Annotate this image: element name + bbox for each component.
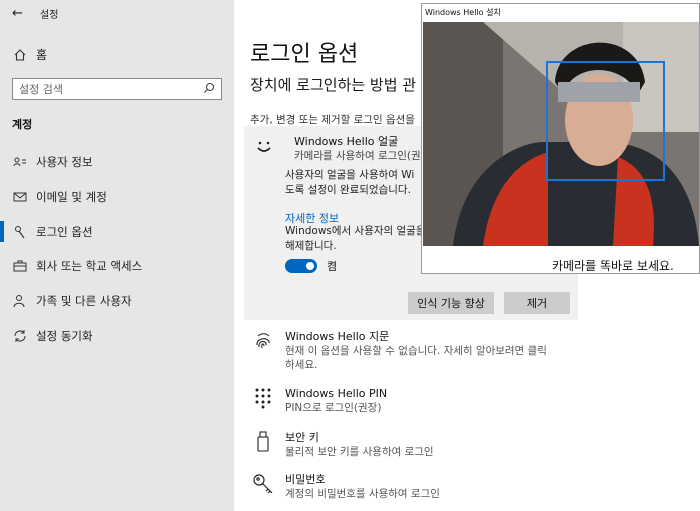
face-option-header: Windows Hello 얼굴 카메라를 사용하여 로그인(권장 xyxy=(254,134,430,164)
window-title: 설정 xyxy=(40,9,59,21)
search-placeholder: 설정 검색 xyxy=(19,83,63,96)
sidebar-item-user-info[interactable]: 사용자 정보 xyxy=(0,145,234,180)
sidebar-item-sync[interactable]: 설정 동기화 xyxy=(0,318,234,353)
back-arrow-icon[interactable]: ← xyxy=(12,6,32,21)
sidebar-nav: 사용자 정보 이메일 및 계정 로그인 옵션 회사 또는 학교 액세스 가족 및… xyxy=(0,145,234,353)
windows-hello-setup-window[interactable]: Windows Hello 설치 카메라를 똑바로 보세요. xyxy=(421,3,700,274)
sidebar-item-label: 가족 및 다른 사용자 xyxy=(36,294,132,309)
person-add-icon xyxy=(12,294,28,308)
sidebar-item-label: 설정 동기화 xyxy=(36,328,93,343)
page-title: 로그인 옵션 xyxy=(250,42,359,67)
camera-instruction: 카메라를 똑바로 보세요. xyxy=(552,259,674,273)
sidebar-item-family[interactable]: 가족 및 다른 사용자 xyxy=(0,284,234,319)
password-key-icon xyxy=(252,473,274,495)
key-icon xyxy=(12,225,28,239)
face-note-line: Windows에서 사용자의 얼굴을 xyxy=(285,225,426,237)
remove-button[interactable]: 제거 xyxy=(504,292,570,314)
home-label: 홈 xyxy=(36,48,48,62)
fingerprint-option[interactable]: Windows Hello 지문 현재 이 옵션을 사용할 수 없습니다. 자세… xyxy=(252,330,547,372)
title-bar: ← 설정 xyxy=(12,6,59,21)
option-title: 비밀번호 xyxy=(285,473,326,486)
fingerprint-icon xyxy=(252,330,274,352)
home-icon xyxy=(12,48,28,62)
person-card-icon xyxy=(12,155,28,169)
sidebar-item-label: 사용자 정보 xyxy=(36,155,93,170)
option-description: 물리적 보안 키를 사용하여 로그인 xyxy=(285,446,434,458)
mail-icon xyxy=(12,190,28,204)
pin-option[interactable]: Windows Hello PIN PIN으로 로그인(권장) xyxy=(252,387,387,415)
option-description: PIN으로 로그인(권장) xyxy=(285,402,382,414)
password-option[interactable]: 비밀번호 계정의 비밀번호를 사용하여 로그인 xyxy=(252,473,440,501)
sidebar-item-email[interactable]: 이메일 및 계정 xyxy=(0,180,234,215)
page-subtitle: 장치에 로그인하는 방법 관 xyxy=(250,76,417,94)
face-note-line: 해제합니다. xyxy=(285,240,337,252)
usb-key-icon xyxy=(252,431,274,453)
face-toggle[interactable] xyxy=(285,259,317,273)
improve-recognition-button[interactable]: 인식 기능 향상 xyxy=(408,292,494,314)
option-description: 하세요. xyxy=(285,359,318,371)
pin-keypad-icon xyxy=(252,387,274,409)
search-input[interactable]: 설정 검색 xyxy=(12,78,222,100)
section-heading: 계정 xyxy=(12,118,33,131)
camera-frame-image xyxy=(423,22,699,246)
option-title: Windows Hello 지문 xyxy=(285,330,390,343)
sidebar: ← 설정 홈 설정 검색 계정 사용자 정보 이메일 및 계정 로그인 옵션 회… xyxy=(0,0,234,511)
search-icon xyxy=(203,82,215,97)
setup-window-title: Windows Hello 설치 xyxy=(425,8,501,17)
security-key-option[interactable]: 보안 키 물리적 보안 키를 사용하여 로그인 xyxy=(252,431,434,459)
page-description: 추가, 변경 또는 제거할 로그인 옵션을 xyxy=(250,114,415,126)
sidebar-item-sign-in-options[interactable]: 로그인 옵션 xyxy=(0,214,234,249)
briefcase-icon xyxy=(12,259,28,273)
toggle-label: 켬 xyxy=(327,260,338,273)
sidebar-item-label: 이메일 및 계정 xyxy=(36,190,107,205)
face-option-subtitle: 카메라를 사용하여 로그인(권장 xyxy=(294,150,431,162)
face-toggle-row: 켬 xyxy=(285,258,337,274)
face-option-title: Windows Hello 얼굴 xyxy=(294,135,399,148)
sidebar-item-label: 로그인 옵션 xyxy=(36,224,93,239)
option-title: 보안 키 xyxy=(285,431,319,444)
smiley-face-icon xyxy=(254,134,274,158)
home-link[interactable]: 홈 xyxy=(12,46,47,63)
option-title: Windows Hello PIN xyxy=(285,387,388,400)
sidebar-item-work-school[interactable]: 회사 또는 학교 액세스 xyxy=(0,249,234,284)
option-description: 계정의 비밀번호를 사용하여 로그인 xyxy=(285,488,440,500)
camera-preview xyxy=(423,22,699,246)
face-note: Windows에서 사용자의 얼굴을 해제합니다. xyxy=(285,224,426,254)
sync-icon xyxy=(12,329,28,343)
option-description: 현재 이 옵션을 사용할 수 없습니다. 자세히 알아보려면 클릭 xyxy=(285,345,547,357)
sidebar-item-label: 회사 또는 학교 액세스 xyxy=(36,259,143,274)
